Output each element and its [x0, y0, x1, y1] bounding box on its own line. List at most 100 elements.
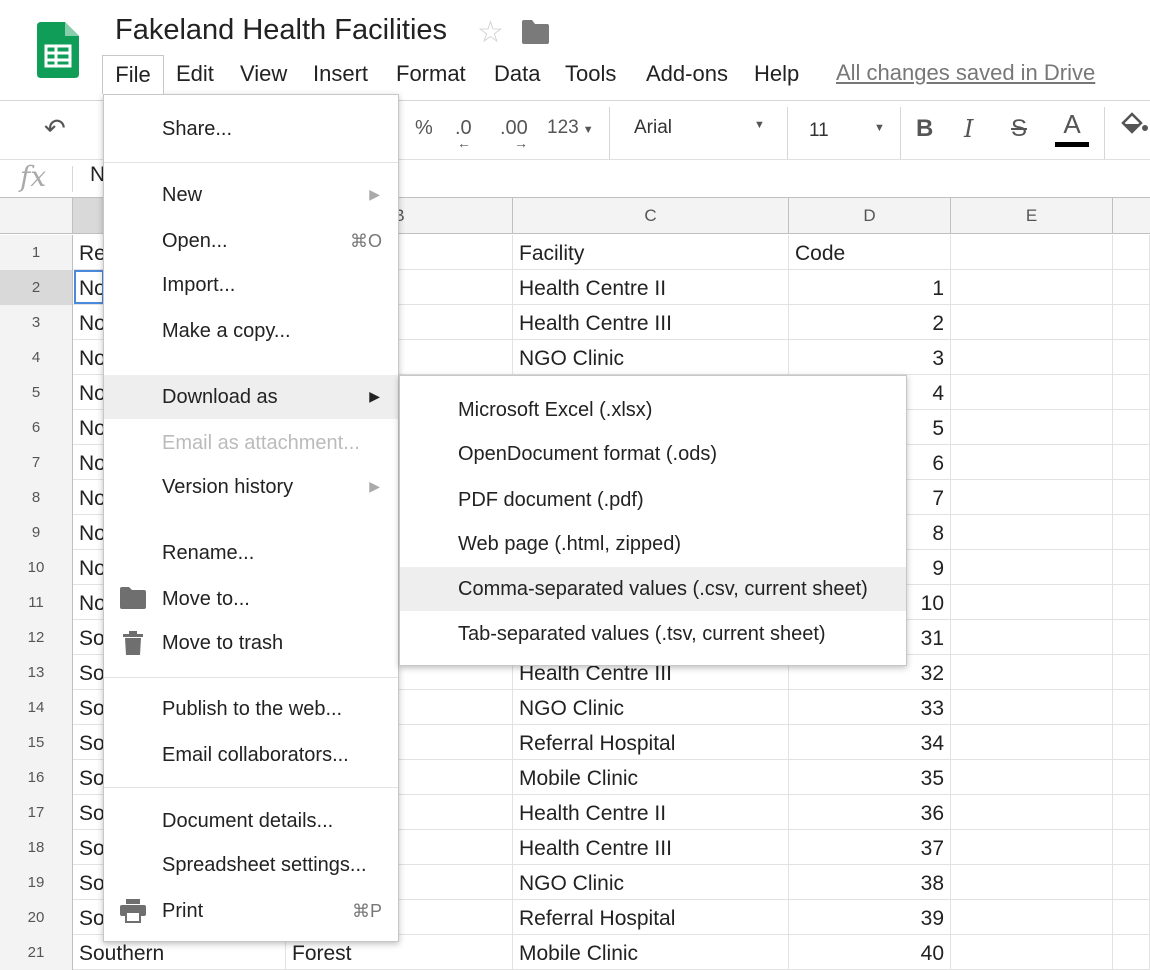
row-header[interactable]: 11 — [0, 585, 73, 620]
cell-f[interactable] — [1113, 900, 1150, 935]
cell-c[interactable]: Referral Hospital — [513, 900, 789, 935]
menu-item-spreadsheet-settings[interactable]: Spreadsheet settings... — [104, 843, 398, 887]
cell-d[interactable]: 39 — [789, 900, 951, 935]
menu-item-rename[interactable]: Rename... — [104, 531, 398, 575]
cell-c[interactable]: NGO Clinic — [513, 690, 789, 725]
cell-c[interactable]: Facility — [513, 235, 789, 270]
cell-f[interactable] — [1113, 935, 1150, 970]
download-tsv[interactable]: Tab-separated values (.tsv, current shee… — [400, 612, 906, 656]
menu-item-import[interactable]: Import... — [104, 263, 398, 307]
download-xlsx[interactable]: Microsoft Excel (.xlsx) — [400, 388, 906, 432]
row-header[interactable]: 12 — [0, 620, 73, 655]
bold-button[interactable]: B — [916, 115, 933, 143]
menu-item-publish[interactable]: Publish to the web... — [104, 687, 398, 731]
column-header-d[interactable]: D — [789, 198, 951, 233]
fill-color-icon[interactable] — [1120, 111, 1150, 145]
cell-c[interactable]: Referral Hospital — [513, 725, 789, 760]
row-header[interactable]: 17 — [0, 795, 73, 830]
cell-f[interactable] — [1113, 690, 1150, 725]
cell-e[interactable] — [951, 235, 1113, 270]
row-header[interactable]: 13 — [0, 655, 73, 690]
italic-button[interactable]: I — [964, 115, 973, 143]
strikethrough-button[interactable]: S — [1011, 115, 1027, 143]
row-header[interactable]: 15 — [0, 725, 73, 760]
decrease-decimal-button[interactable]: .0 ← — [455, 117, 472, 151]
row-header[interactable]: 4 — [0, 340, 73, 375]
cell-e[interactable] — [951, 620, 1113, 655]
cell-d[interactable]: 3 — [789, 340, 951, 375]
cell-f[interactable] — [1113, 340, 1150, 375]
menu-item-make-copy[interactable]: Make a copy... — [104, 309, 398, 353]
cell-e[interactable] — [951, 690, 1113, 725]
menu-item-download-as[interactable]: Download as ▶ — [104, 375, 398, 419]
column-header-e[interactable]: E — [951, 198, 1113, 233]
cell-f[interactable] — [1113, 235, 1150, 270]
font-family-dropdown[interactable]: Arial — [634, 117, 672, 139]
document-title[interactable]: Fakeland Health Facilities — [115, 14, 447, 47]
menu-data[interactable]: Data — [494, 55, 540, 92]
cell-f[interactable] — [1113, 585, 1150, 620]
menu-format[interactable]: Format — [396, 55, 466, 92]
font-size-dropdown[interactable]: 11 — [809, 120, 829, 142]
cell-f[interactable] — [1113, 515, 1150, 550]
cell-e[interactable] — [951, 480, 1113, 515]
menu-item-document-details[interactable]: Document details... — [104, 799, 398, 843]
cell-c[interactable]: Mobile Clinic — [513, 935, 789, 970]
row-header[interactable]: 6 — [0, 410, 73, 445]
cell-e[interactable] — [951, 795, 1113, 830]
menu-help[interactable]: Help — [754, 55, 799, 92]
menu-item-print[interactable]: Print ⌘P — [104, 889, 398, 933]
row-header[interactable]: 9 — [0, 515, 73, 550]
cell-f[interactable] — [1113, 760, 1150, 795]
cell-c[interactable]: NGO Clinic — [513, 865, 789, 900]
cell-f[interactable] — [1113, 375, 1150, 410]
cell-d[interactable]: 1 — [789, 270, 951, 305]
row-header[interactable]: 18 — [0, 830, 73, 865]
cell-f[interactable] — [1113, 550, 1150, 585]
download-csv[interactable]: Comma-separated values (.csv, current sh… — [400, 567, 906, 611]
percent-format-button[interactable]: % — [415, 117, 433, 140]
cell-f[interactable] — [1113, 445, 1150, 480]
menu-item-email-collaborators[interactable]: Email collaborators... — [104, 733, 398, 777]
cell-c[interactable]: Health Centre III — [513, 305, 789, 340]
number-format-dropdown[interactable]: 123 ▼ — [547, 117, 594, 139]
cell-d[interactable]: 34 — [789, 725, 951, 760]
download-pdf[interactable]: PDF document (.pdf) — [400, 478, 906, 522]
save-status-link[interactable]: All changes saved in Drive — [836, 60, 1095, 86]
cell-e[interactable] — [951, 865, 1113, 900]
cell-c[interactable]: NGO Clinic — [513, 340, 789, 375]
cell-e[interactable] — [951, 515, 1113, 550]
row-header[interactable]: 19 — [0, 865, 73, 900]
cell-e[interactable] — [951, 375, 1113, 410]
cell-d[interactable]: 35 — [789, 760, 951, 795]
row-header[interactable]: 1 — [0, 235, 73, 270]
cell-e[interactable] — [951, 340, 1113, 375]
cell-c[interactable]: Mobile Clinic — [513, 760, 789, 795]
menu-item-move-to[interactable]: Move to... — [104, 577, 398, 621]
cell-f[interactable] — [1113, 410, 1150, 445]
cell-f[interactable] — [1113, 270, 1150, 305]
cell-e[interactable] — [951, 760, 1113, 795]
menu-view[interactable]: View — [240, 55, 287, 92]
menu-file[interactable]: File — [102, 55, 164, 94]
menu-item-open[interactable]: Open... ⌘O — [104, 219, 398, 263]
text-color-button[interactable]: A — [1055, 109, 1089, 147]
cell-f[interactable] — [1113, 830, 1150, 865]
cell-c[interactable]: Health Centre II — [513, 795, 789, 830]
cell-d[interactable]: 38 — [789, 865, 951, 900]
cell-f[interactable] — [1113, 305, 1150, 340]
column-header-f[interactable] — [1113, 198, 1150, 233]
cell-e[interactable] — [951, 550, 1113, 585]
menu-tools[interactable]: Tools — [565, 55, 616, 92]
cell-d[interactable]: Code — [789, 235, 951, 270]
cell-e[interactable] — [951, 410, 1113, 445]
cell-f[interactable] — [1113, 795, 1150, 830]
download-ods[interactable]: OpenDocument format (.ods) — [400, 432, 906, 476]
cell-e[interactable] — [951, 445, 1113, 480]
folder-icon[interactable] — [522, 20, 549, 44]
cell-e[interactable] — [951, 270, 1113, 305]
select-all-corner[interactable] — [0, 198, 73, 233]
undo-icon[interactable]: ↶ — [44, 113, 66, 144]
menu-edit[interactable]: Edit — [176, 55, 214, 92]
cell-f[interactable] — [1113, 620, 1150, 655]
